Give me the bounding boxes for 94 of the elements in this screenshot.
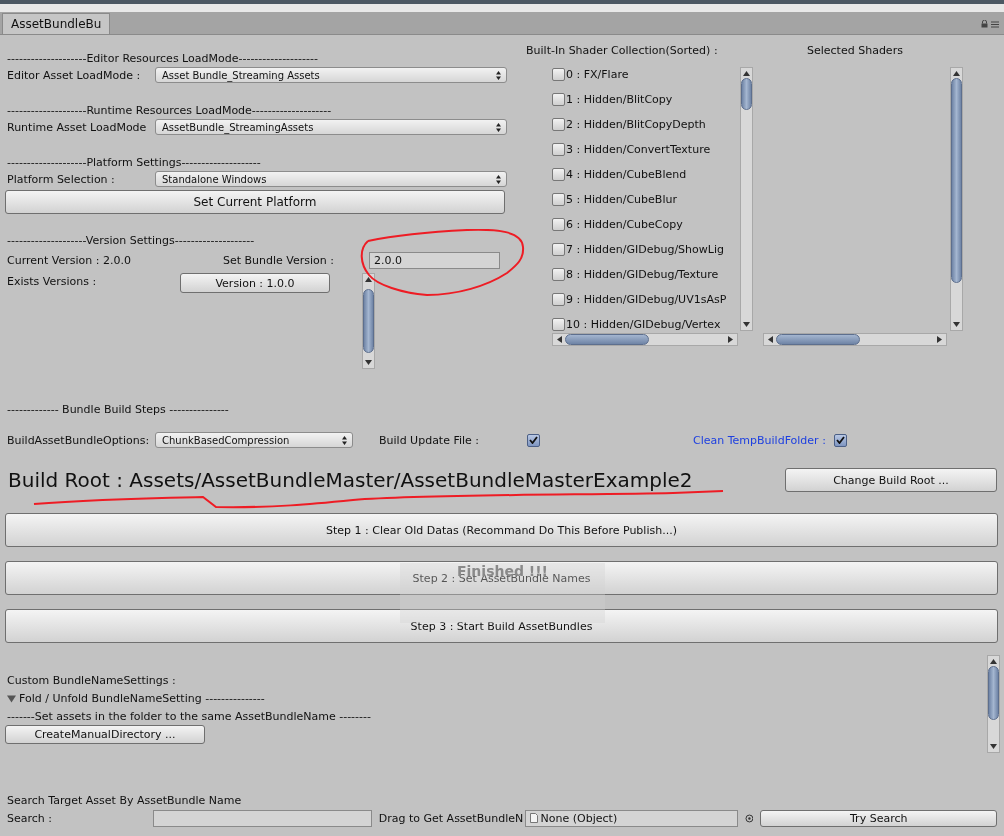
scroll-down-icon[interactable] — [953, 322, 960, 327]
scroll-up-icon[interactable] — [743, 71, 750, 76]
list-title: Built-In Shader Collection(Sorted) : — [526, 44, 719, 59]
vertical-scrollbar[interactable] — [740, 67, 753, 331]
scroll-down-icon[interactable] — [743, 322, 750, 327]
checkbox[interactable] — [552, 318, 565, 331]
shader-item[interactable]: 4 : Hidden/CubeBlend — [566, 168, 687, 181]
shader-item[interactable]: 6 : Hidden/CubeCopy — [566, 218, 683, 231]
set-current-platform-button[interactable]: Set Current Platform — [5, 190, 505, 214]
horizontal-scrollbar[interactable] — [763, 333, 947, 346]
scroll-thumb[interactable] — [988, 666, 999, 720]
checkbox[interactable] — [552, 193, 565, 206]
shader-item[interactable]: 7 : Hidden/GIDebug/ShowLig — [566, 243, 724, 256]
field-label: BuildAssetBundleOptions: — [7, 433, 151, 447]
checkbox[interactable] — [833, 433, 847, 447]
dropdown[interactable]: Standalone Windows — [155, 171, 507, 187]
section-header: --------------------Platform Settings-------------------- — [7, 156, 261, 169]
field-label: Build Update File : — [379, 433, 481, 447]
target-icon[interactable] — [744, 813, 754, 823]
shader-item[interactable]: 10 : Hidden/GIDebug/Vertex — [566, 318, 721, 331]
build-step-button[interactable]: Step 3 : Start Build AssetBundles — [5, 609, 998, 643]
document-icon — [529, 813, 538, 823]
build-root-path: Build Root : Assets/AssetBundleMaster/AssetBundleMasterExample2 — [8, 468, 693, 492]
foldout-toggle[interactable]: Fold / Unfold BundleNameSetting --------------- — [7, 689, 980, 707]
vertical-scrollbar[interactable] — [987, 655, 1000, 753]
section-header: --------------------Editor Resources LoadMode-------------------- — [7, 52, 318, 65]
checkbox[interactable] — [552, 118, 565, 131]
shader-item[interactable]: 8 : Hidden/GIDebug/Texture — [566, 268, 719, 281]
section-title: Custom BundleNameSettings : — [7, 673, 176, 687]
shader-item[interactable]: 1 : Hidden/BlitCopy — [566, 93, 673, 106]
field-label: Exists Versions : — [7, 274, 98, 290]
dropdown-arrows-icon — [496, 70, 501, 80]
checkbox[interactable] — [552, 218, 565, 231]
scroll-right-icon[interactable] — [937, 336, 942, 343]
scroll-thumb[interactable] — [741, 78, 752, 110]
dropdown[interactable]: ChunkBasedCompression — [155, 432, 353, 448]
field-label: Platform Selection : — [7, 172, 116, 186]
window-tab[interactable]: AssetBundleBu — [2, 13, 111, 34]
field-label: Editor Asset LoadMode : — [7, 68, 142, 82]
horizontal-scrollbar[interactable] — [552, 333, 738, 346]
checkbox[interactable] — [527, 433, 540, 447]
shader-item[interactable]: 0 : FX/Flare — [566, 68, 629, 81]
scroll-down-icon[interactable] — [990, 744, 997, 749]
build-step-button[interactable]: Step 1 : Clear Old Datas (Recommand Do This Before Publish...) — [5, 513, 998, 547]
dropdown[interactable]: Asset Bundle_Streaming Assets — [155, 67, 507, 83]
scroll-thumb[interactable] — [951, 78, 962, 283]
scroll-up-icon[interactable] — [953, 71, 960, 76]
dropdown[interactable]: AssetBundle_StreamingAssets — [155, 119, 507, 135]
field-label: Runtime Asset LoadMode — [7, 120, 148, 134]
version-button[interactable]: Version : 1.0.0 — [180, 273, 330, 293]
field-label: Drag to Get AssetBundleN — [378, 811, 525, 825]
checkbox[interactable] — [552, 68, 565, 81]
checkbox[interactable] — [552, 243, 565, 256]
menu-icon[interactable] — [991, 20, 999, 28]
search-field[interactable] — [152, 809, 372, 827]
vertical-scrollbar[interactable] — [362, 273, 375, 369]
scroll-thumb[interactable] — [363, 289, 374, 353]
shader-item[interactable]: 5 : Hidden/CubeBlur — [566, 193, 677, 206]
dropdown-arrows-icon — [496, 122, 501, 132]
section-title: Search Target Asset By AssetBundle Name — [7, 793, 242, 807]
create-manual-directory-button[interactable]: CreateManualDirectory ... — [5, 725, 205, 744]
section-header: ------------- Bundle Build Steps --------------- — [7, 403, 229, 416]
dropdown-arrows-icon — [342, 435, 347, 445]
shader-item[interactable]: 3 : Hidden/ConvertTexture — [566, 143, 711, 156]
bundle-version-field[interactable]: 2.0.0 — [369, 251, 500, 269]
field-label: Search : — [7, 811, 53, 825]
scroll-left-icon[interactable] — [768, 336, 773, 343]
field-label: Clean TempBuildFolder : — [693, 433, 826, 447]
scroll-thumb[interactable] — [776, 334, 860, 345]
object-field[interactable]: None (Object) — [524, 809, 738, 827]
scroll-left-icon[interactable] — [557, 336, 562, 343]
scroll-up-icon[interactable] — [365, 277, 372, 282]
scroll-right-icon[interactable] — [728, 336, 733, 343]
scroll-up-icon[interactable] — [990, 659, 997, 664]
checkbox[interactable] — [552, 268, 565, 281]
dropdown-arrows-icon — [496, 174, 501, 184]
try-search-button[interactable]: Try Search — [760, 809, 997, 827]
note-text: -------Set assets in the folder to the same AssetBundleName -------- — [7, 709, 371, 723]
section-header: --------------------Runtime Resources LoadMode-------------------- — [7, 104, 332, 117]
shader-item[interactable]: 9 : Hidden/GIDebug/UV1sAsP — [566, 293, 727, 306]
current-version-label: Current Version : 2.0.0 — [7, 253, 132, 267]
lock-icon[interactable] — [981, 20, 988, 28]
scroll-down-icon[interactable] — [365, 360, 372, 365]
change-build-root-button[interactable]: Change Build Root ... — [785, 468, 997, 492]
checkbox[interactable] — [552, 143, 565, 156]
checkbox[interactable] — [552, 93, 565, 106]
checkbox[interactable] — [552, 293, 565, 306]
vertical-scrollbar[interactable] — [950, 67, 963, 331]
checkbox[interactable] — [552, 168, 565, 181]
shader-item[interactable]: 2 : Hidden/BlitCopyDepth — [566, 118, 706, 131]
list-title: Selected Shaders — [807, 44, 903, 59]
scroll-thumb[interactable] — [565, 334, 649, 345]
field-label: Set Bundle Version : — [223, 253, 335, 267]
section-header: --------------------Version Settings-------------------- — [7, 234, 255, 247]
